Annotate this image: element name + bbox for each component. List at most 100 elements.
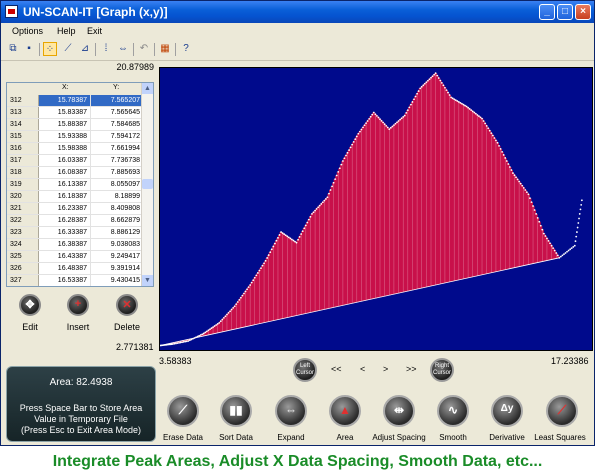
menu-exit[interactable]: Exit — [87, 26, 102, 36]
help-icon[interactable]: ? — [179, 42, 193, 56]
row-index: 314 — [7, 119, 39, 130]
table-row[interactable]: 314 15.88387 7.584685 — [7, 119, 143, 131]
data-point — [495, 139, 497, 142]
insert-button[interactable]: + — [67, 294, 89, 316]
right-cursor-button[interactable]: Right Cursor — [430, 358, 454, 382]
derivative-button[interactable]: Δy — [491, 395, 523, 427]
data-point — [448, 94, 451, 96]
data-point — [436, 74, 439, 77]
point-plot-icon[interactable]: ⁘ — [43, 42, 57, 56]
least-squares-button[interactable]: ⟋ — [546, 395, 578, 427]
data-point — [227, 311, 230, 314]
data-point — [563, 253, 565, 256]
graph-plot[interactable] — [158, 67, 593, 351]
data-point — [527, 193, 530, 196]
data-table[interactable]: X: Y: 312 15.78387 7.565207 313 15.83387 7.56… — [6, 82, 154, 287]
data-point — [473, 111, 476, 114]
table-row[interactable]: 325 16.43387 9.249417 — [7, 251, 143, 263]
table-scrollbar[interactable]: ▲ ▼ — [141, 83, 153, 286]
points-icon[interactable]: ⁞ — [99, 42, 113, 56]
data-point — [266, 257, 269, 259]
data-point — [488, 129, 491, 132]
data-point — [346, 151, 349, 154]
table-row[interactable]: 322 16.28387 8.662879 — [7, 215, 143, 227]
table-row[interactable]: 321 16.23387 8.409808 — [7, 203, 143, 215]
nav-first[interactable]: << — [331, 364, 342, 374]
axis-plot-icon[interactable]: ⊿ — [78, 42, 92, 56]
nav-prev[interactable]: < — [360, 364, 365, 374]
adjust-spacing-button[interactable]: ⇹ — [383, 395, 415, 427]
table-row[interactable]: 319 16.13387 8.055097 — [7, 179, 143, 191]
edit-button[interactable]: ✥ — [19, 294, 41, 316]
delete-button[interactable]: ✕ — [116, 294, 138, 316]
table-row[interactable]: 317 16.03387 7.736738 — [7, 155, 143, 167]
data-point — [354, 138, 357, 141]
menu-help[interactable]: Help — [57, 26, 76, 36]
expand-button[interactable]: ⇔ — [275, 395, 307, 427]
nav-next[interactable]: > — [383, 364, 388, 374]
data-point — [462, 103, 465, 106]
line-plot-icon[interactable]: ⟋ — [61, 42, 75, 56]
data-point — [374, 113, 377, 116]
data-point — [502, 154, 505, 156]
data-point — [499, 147, 502, 150]
arrows-icon[interactable]: ⇔ — [116, 42, 130, 56]
table-row[interactable]: 324 16.38387 9.038083 — [7, 239, 143, 251]
data-point — [224, 315, 227, 318]
data-point — [304, 224, 307, 227]
data-point — [298, 236, 301, 238]
data-point — [312, 211, 315, 214]
table-row[interactable]: 318 16.08387 7.885693 — [7, 167, 143, 179]
data-point — [332, 181, 335, 184]
y-max-label: 20.87989 — [116, 62, 154, 72]
data-point — [275, 239, 278, 242]
scroll-down-icon[interactable]: ▼ — [142, 275, 153, 286]
data-point — [434, 72, 437, 75]
sort-data-button[interactable]: ▮▮ — [220, 395, 252, 427]
data-point — [314, 209, 316, 212]
derivative-icon: Δy — [500, 403, 514, 414]
scroll-up-icon[interactable]: ▲ — [142, 83, 153, 94]
nav-last[interactable]: >> — [406, 364, 417, 374]
data-point — [216, 323, 219, 325]
table-row[interactable]: 326 16.48387 9.391914 — [7, 263, 143, 275]
delete-label: Delete — [113, 322, 140, 332]
area-chart[interactable] — [158, 68, 592, 350]
data-point — [574, 240, 577, 243]
copy-icon[interactable]: ⧉ — [6, 42, 20, 56]
area-value: Area: 82.4938 — [49, 377, 113, 388]
data-point — [457, 101, 460, 103]
data-point — [459, 101, 462, 104]
table-row[interactable]: 312 15.78387 7.565207 — [7, 95, 143, 107]
menu-options[interactable]: Options — [12, 26, 43, 36]
table-row[interactable]: 316 15.98388 7.661994 — [7, 143, 143, 155]
close-button[interactable]: × — [575, 4, 591, 20]
table-row[interactable]: 327 16.53387 9.430415 — [7, 275, 143, 286]
data-point — [451, 97, 454, 100]
y-value: 8.662879 — [110, 217, 140, 224]
data-point — [306, 221, 309, 224]
scroll-thumb[interactable] — [142, 179, 153, 189]
save-icon[interactable]: ▪ — [22, 42, 36, 56]
data-point — [411, 101, 414, 103]
smooth-button[interactable]: ∿ — [437, 395, 469, 427]
row-index: 324 — [7, 239, 39, 250]
data-point — [360, 128, 363, 131]
erase-data-button[interactable]: ⟋ — [167, 395, 199, 427]
maximize-button[interactable]: □ — [557, 4, 573, 20]
table-row[interactable]: 320 16.18387 8.18899 — [7, 191, 143, 203]
table-row[interactable]: 323 16.33387 8.886129 — [7, 227, 143, 239]
data-point — [198, 334, 201, 337]
data-point — [229, 310, 231, 313]
table-row[interactable]: 315 15.93388 7.594172 — [7, 131, 143, 143]
minimize-button[interactable]: _ — [539, 4, 555, 20]
undo-icon[interactable]: ↶ — [137, 42, 151, 56]
data-point — [558, 256, 561, 259]
data-point — [442, 84, 445, 87]
data-point — [201, 333, 204, 336]
area-button[interactable]: ▲ — [329, 395, 361, 427]
data-point — [478, 115, 480, 118]
grid-icon[interactable]: ▦ — [158, 42, 172, 56]
left-cursor-button[interactable]: Left Cursor — [293, 358, 317, 382]
table-row[interactable]: 313 15.83387 7.565645 — [7, 107, 143, 119]
